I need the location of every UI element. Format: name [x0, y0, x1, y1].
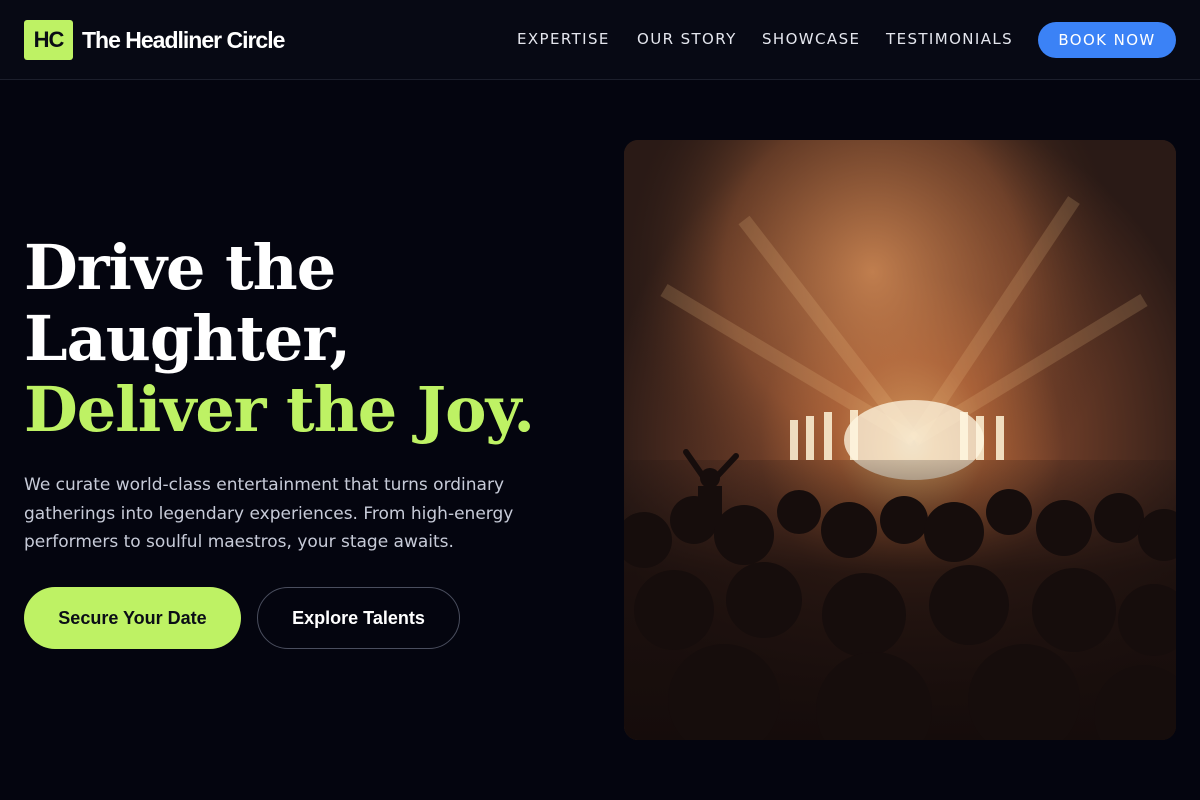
hero-image-concert	[624, 140, 1176, 740]
headline-line-1: Drive the	[24, 231, 336, 304]
hero-description: We curate world-class entertainment that…	[24, 475, 514, 552]
nav-link-our-story[interactable]: OUR STORY	[637, 29, 737, 49]
logo-mark[interactable]: HC	[24, 20, 73, 60]
brand-name[interactable]: The Headliner Circle	[82, 25, 285, 55]
concert-photo-illustration	[624, 140, 1176, 740]
explore-talents-button[interactable]: Explore Talents	[257, 587, 460, 649]
book-now-button[interactable]: BOOK NOW	[1038, 22, 1176, 58]
secure-date-button[interactable]: Secure Your Date	[24, 587, 241, 649]
nav-link-showcase[interactable]: SHOWCASE	[762, 29, 860, 49]
hero-headline: Drive the Laughter, Deliver the Joy.	[24, 232, 584, 445]
nav-link-testimonials[interactable]: TESTIMONIALS	[886, 29, 1013, 49]
headline-accent: Deliver the Joy.	[24, 373, 535, 446]
headline-line-2: Laughter,	[24, 302, 351, 375]
site-header: HC The Headliner Circle EXPERTISE OUR ST…	[0, 0, 1200, 80]
nav-link-expertise[interactable]: EXPERTISE	[517, 29, 610, 49]
